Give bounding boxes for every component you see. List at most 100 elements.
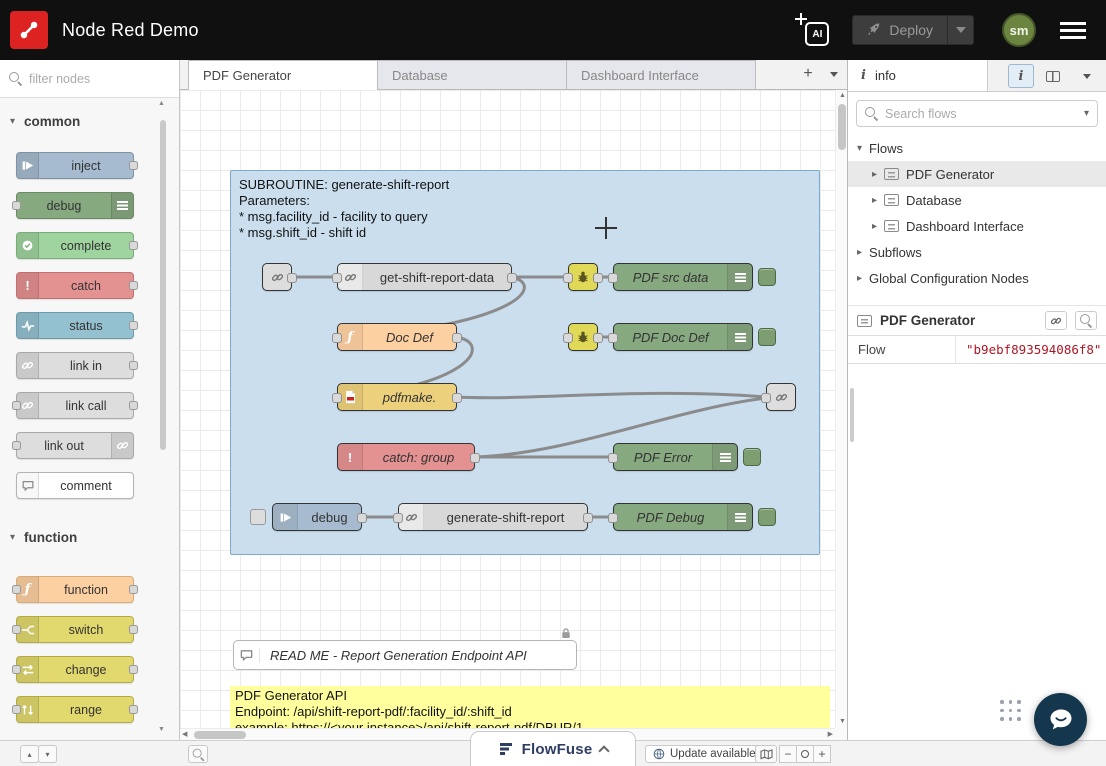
tree-item-database[interactable]: ▸ Database [848,187,1106,213]
output-port[interactable] [583,513,593,523]
input-port[interactable] [608,513,618,523]
palette-node-complete[interactable]: complete [16,232,134,259]
input-port[interactable] [563,273,573,283]
canvas-vertical-scrollbar[interactable]: ▲ ▼ [835,90,847,728]
flow-canvas[interactable]: SUBROUTINE: generate-shift-report Parame… [180,90,847,740]
scrollbar-thumb[interactable] [838,104,846,150]
scroll-up-icon[interactable]: ▲ [839,92,846,100]
sidebar-search[interactable]: ▾ [856,100,1098,127]
output-port[interactable] [593,333,603,343]
link-call-node-get-shift-report-data[interactable]: get-shift-report-data [337,263,512,291]
tree-item-subflows[interactable]: ▸ Subflows [848,239,1106,265]
input-port[interactable] [563,333,573,343]
tree-item-flows[interactable]: ▾ Flows [848,135,1106,161]
palette-node-status[interactable]: status [16,312,134,339]
input-port[interactable] [332,273,342,283]
catch-node-catch-group[interactable]: ! catch: group [337,443,475,471]
debug-toggle-button[interactable] [758,268,776,286]
palette-filter[interactable] [0,60,179,98]
zoom-in-button[interactable]: + [813,745,831,763]
link-in-node[interactable] [262,263,292,291]
function-node-doc-def[interactable]: ƒ Doc Def [337,323,457,351]
link-call-node-generate-shift-report[interactable]: generate-shift-report [398,503,588,531]
output-port[interactable] [507,273,517,283]
sidebar-scrollbar-thumb[interactable] [850,388,854,442]
output-port[interactable] [287,273,297,283]
tree-item-global-config[interactable]: ▸ Global Configuration Nodes [848,265,1106,291]
tab-database[interactable]: Database [377,60,567,89]
palette-node-switch[interactable]: switch [16,616,134,643]
update-available-badge[interactable]: Update available [645,745,764,763]
wire[interactable] [457,393,766,397]
bug-node[interactable] [568,263,598,291]
debug-node-pdf-doc-def[interactable]: PDF Doc Def [613,323,753,351]
tab-dashboard-interface[interactable]: Dashboard Interface [566,60,756,89]
debug-node-pdf-error[interactable]: PDF Error [613,443,738,471]
user-avatar[interactable]: sm [1002,13,1036,47]
palette-category-common[interactable]: ▾ common [0,106,160,136]
sidebar-search-input[interactable] [885,107,1077,121]
scroll-down-icon[interactable]: ▼ [839,718,846,726]
tab-info[interactable]: i info [848,60,988,91]
debug-node-pdf-src-data[interactable]: PDF src data [613,263,753,291]
flowfuse-button[interactable]: FlowFuse [470,731,636,766]
inject-trigger-button[interactable] [250,509,266,525]
chat-widget-button[interactable] [1034,693,1087,746]
output-port[interactable] [452,333,462,343]
deploy-button[interactable]: Deploy [852,15,974,45]
palette-node-catch[interactable]: ! catch [16,272,134,299]
tree-item-dashboard-interface[interactable]: ▸ Dashboard Interface [848,213,1106,239]
pdfmake-node[interactable]: pdfmake. [337,383,457,411]
tree-item-pdf-generator[interactable]: ▸ PDF Generator [848,161,1106,187]
output-port[interactable] [593,273,603,283]
palette-node-function[interactable]: ƒ function [16,576,134,603]
palette-scroll-down-icon[interactable]: ▼ [158,726,165,733]
palette-node-link-call[interactable]: link call [16,392,134,419]
main-menu-icon[interactable] [1060,22,1086,39]
output-port[interactable] [357,513,367,523]
sidebar-options-button[interactable] [1074,64,1100,88]
palette-node-change[interactable]: change [16,656,134,683]
scrollbar-thumb[interactable] [194,731,246,739]
expand-categories-button[interactable]: ▾ [38,745,57,763]
input-port[interactable] [332,333,342,343]
scroll-right-icon[interactable]: ▶ [828,731,833,739]
ai-assistant-button[interactable]: AI [794,12,830,48]
help-tab-button[interactable] [1040,64,1066,88]
info-tab-button[interactable]: i [1008,64,1034,88]
palette-node-debug[interactable]: debug [16,192,134,219]
input-port[interactable] [608,273,618,283]
palette-node-link-out[interactable]: link out [16,432,134,459]
zoom-out-button[interactable]: − [779,745,797,763]
input-port[interactable] [608,453,618,463]
copy-link-button[interactable] [1045,311,1067,330]
palette-scroll-up-icon[interactable]: ▲ [158,100,165,107]
tab-pdf-generator[interactable]: PDF Generator [188,60,378,90]
comment-node-readme[interactable]: READ ME - Report Generation Endpoint API [233,640,577,670]
debug-toggle-button[interactable] [758,328,776,346]
input-port[interactable] [393,513,403,523]
navigator-toggle-button[interactable] [755,745,777,763]
link-out-node[interactable] [766,383,796,411]
palette-node-inject[interactable]: inject [16,152,134,179]
debug-toggle-button[interactable] [758,508,776,526]
canvas-search-button[interactable] [188,745,208,763]
palette-category-function[interactable]: ▾ function [0,522,160,552]
palette-node-link-in[interactable]: link in [16,352,134,379]
bug-node[interactable] [568,323,598,351]
debug-toggle-button[interactable] [743,448,761,466]
input-port[interactable] [761,393,771,403]
palette-scrollbar-thumb[interactable] [160,120,166,450]
scroll-left-icon[interactable]: ◀ [182,731,187,739]
input-port[interactable] [332,393,342,403]
output-port[interactable] [452,393,462,403]
zoom-reset-button[interactable] [796,745,814,763]
inject-node-debug[interactable]: debug [272,503,362,531]
flow-list-dropdown-button[interactable] [821,62,847,86]
input-port[interactable] [608,333,618,343]
collapse-categories-button[interactable]: ▴ [20,745,39,763]
debug-node-pdf-debug[interactable]: PDF Debug [613,503,753,531]
deploy-options-button[interactable] [947,16,973,44]
palette-node-comment[interactable]: comment [16,472,134,499]
add-flow-button[interactable]: + [795,62,821,86]
